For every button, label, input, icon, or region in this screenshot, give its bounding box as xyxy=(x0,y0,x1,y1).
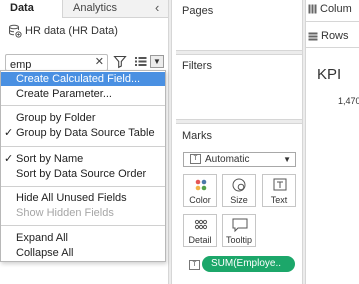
menu-separator xyxy=(1,146,165,147)
menu-item-label: Expand All xyxy=(16,232,68,244)
detail-icon xyxy=(194,219,208,230)
menu-item-group-by-data-source-table[interactable]: ✓ Group by Data Source Table xyxy=(1,126,165,140)
tooltip-button-label: Tooltip xyxy=(225,235,252,245)
datasource-name: HR data (HR Data) xyxy=(25,25,118,37)
menu-separator xyxy=(1,225,165,226)
menu-item-sort-by-name[interactable]: ✓ Sort by Name xyxy=(1,152,165,166)
size-icon xyxy=(232,178,246,192)
shelf-separator xyxy=(176,119,302,124)
columns-icon xyxy=(308,4,317,14)
menu-item-label: Sort by Name xyxy=(16,153,84,165)
menu-item-sort-by-data-source-order[interactable]: Sort by Data Source Order xyxy=(1,167,165,181)
detail-button-label: Detail xyxy=(188,235,212,245)
filters-shelf[interactable] xyxy=(176,76,302,114)
mark-type-value: Automatic xyxy=(205,154,250,165)
menu-item-label: Group by Data Source Table xyxy=(16,127,155,139)
text-mark-icon: T xyxy=(189,260,200,270)
measure-pill-label: SUM(Employe.. xyxy=(211,258,282,269)
menu-item-label: Create Calculated Field... xyxy=(16,73,141,85)
tooltip-icon xyxy=(232,218,248,233)
menu-item-hide-all-unused-fields[interactable]: Hide All Unused Fields xyxy=(1,191,165,205)
pages-shelf-title: Pages xyxy=(182,5,214,17)
menu-separator xyxy=(1,105,165,106)
measure-pill[interactable]: SUM(Employe.. xyxy=(202,256,295,272)
menu-item-group-by-folder[interactable]: Group by Folder xyxy=(1,111,165,125)
columns-shelf-label: Colum xyxy=(320,3,352,15)
menu-separator xyxy=(1,186,165,187)
pages-shelf[interactable] xyxy=(176,20,302,50)
pane-splitter[interactable] xyxy=(168,0,172,284)
datasource-item[interactable]: HR data (HR Data) xyxy=(8,22,118,40)
mark-type-select[interactable]: T Automatic ▼ xyxy=(183,152,296,167)
text-mark-icon: T xyxy=(190,154,201,165)
color-icon xyxy=(195,179,207,191)
data-pane-menu: Create Calculated Field... Create Parame… xyxy=(0,70,166,262)
rows-icon xyxy=(308,32,318,41)
rows-shelf-label: Rows xyxy=(321,30,349,42)
shelf-divider xyxy=(306,21,359,22)
menu-item-label: Create Parameter... xyxy=(16,88,112,100)
kpi-value: 1,470 xyxy=(338,96,359,106)
menu-item-show-hidden-fields: Show Hidden Fields xyxy=(1,206,165,220)
checkmark-icon: ✓ xyxy=(4,127,14,139)
menu-item-label: Collapse All xyxy=(16,247,74,259)
menu-item-collapse-all[interactable]: Collapse All xyxy=(1,246,165,260)
text-icon xyxy=(273,178,287,191)
menu-item-label: Group by Folder xyxy=(16,112,96,124)
filters-shelf-title: Filters xyxy=(182,60,212,72)
color-button-label: Color xyxy=(189,195,211,205)
detail-button[interactable]: Detail xyxy=(183,214,217,247)
size-button[interactable]: Size xyxy=(222,174,256,207)
menu-item-create-calculated-field[interactable]: Create Calculated Field... xyxy=(1,72,165,86)
list-view-icon[interactable] xyxy=(134,55,148,68)
tab-analytics[interactable]: Analytics xyxy=(62,0,168,18)
checkmark-icon: ✓ xyxy=(4,153,14,165)
clear-search-icon[interactable]: ✕ xyxy=(95,55,104,70)
marks-card-title: Marks xyxy=(182,130,212,142)
chevron-down-icon: ▼ xyxy=(283,155,291,164)
tab-data[interactable]: Data xyxy=(0,0,62,18)
tooltip-button[interactable]: Tooltip xyxy=(222,214,256,247)
search-box[interactable]: ✕ xyxy=(5,54,108,73)
menu-item-label: Show Hidden Fields xyxy=(16,207,114,219)
worksheet-title: KPI xyxy=(317,66,342,83)
menu-item-create-parameter[interactable]: Create Parameter... xyxy=(1,87,165,101)
color-button[interactable]: Color xyxy=(183,174,217,207)
tab-analytics-label: Analytics xyxy=(73,2,118,14)
shelf-separator xyxy=(176,50,302,55)
datasource-icon xyxy=(9,24,22,38)
menu-item-expand-all[interactable]: Expand All xyxy=(1,231,165,245)
menu-item-label: Sort by Data Source Order xyxy=(16,168,147,180)
columns-shelf[interactable]: Colum xyxy=(308,1,359,17)
pane-menu-caret-icon[interactable]: ▼ xyxy=(150,55,164,68)
text-button-label: Text xyxy=(270,195,288,205)
filter-icon[interactable] xyxy=(113,54,127,69)
text-button[interactable]: Text xyxy=(262,174,296,207)
size-button-label: Size xyxy=(230,195,248,205)
rows-shelf[interactable]: Rows xyxy=(308,28,359,44)
shelf-divider xyxy=(306,47,359,48)
menu-item-label: Hide All Unused Fields xyxy=(16,192,127,204)
